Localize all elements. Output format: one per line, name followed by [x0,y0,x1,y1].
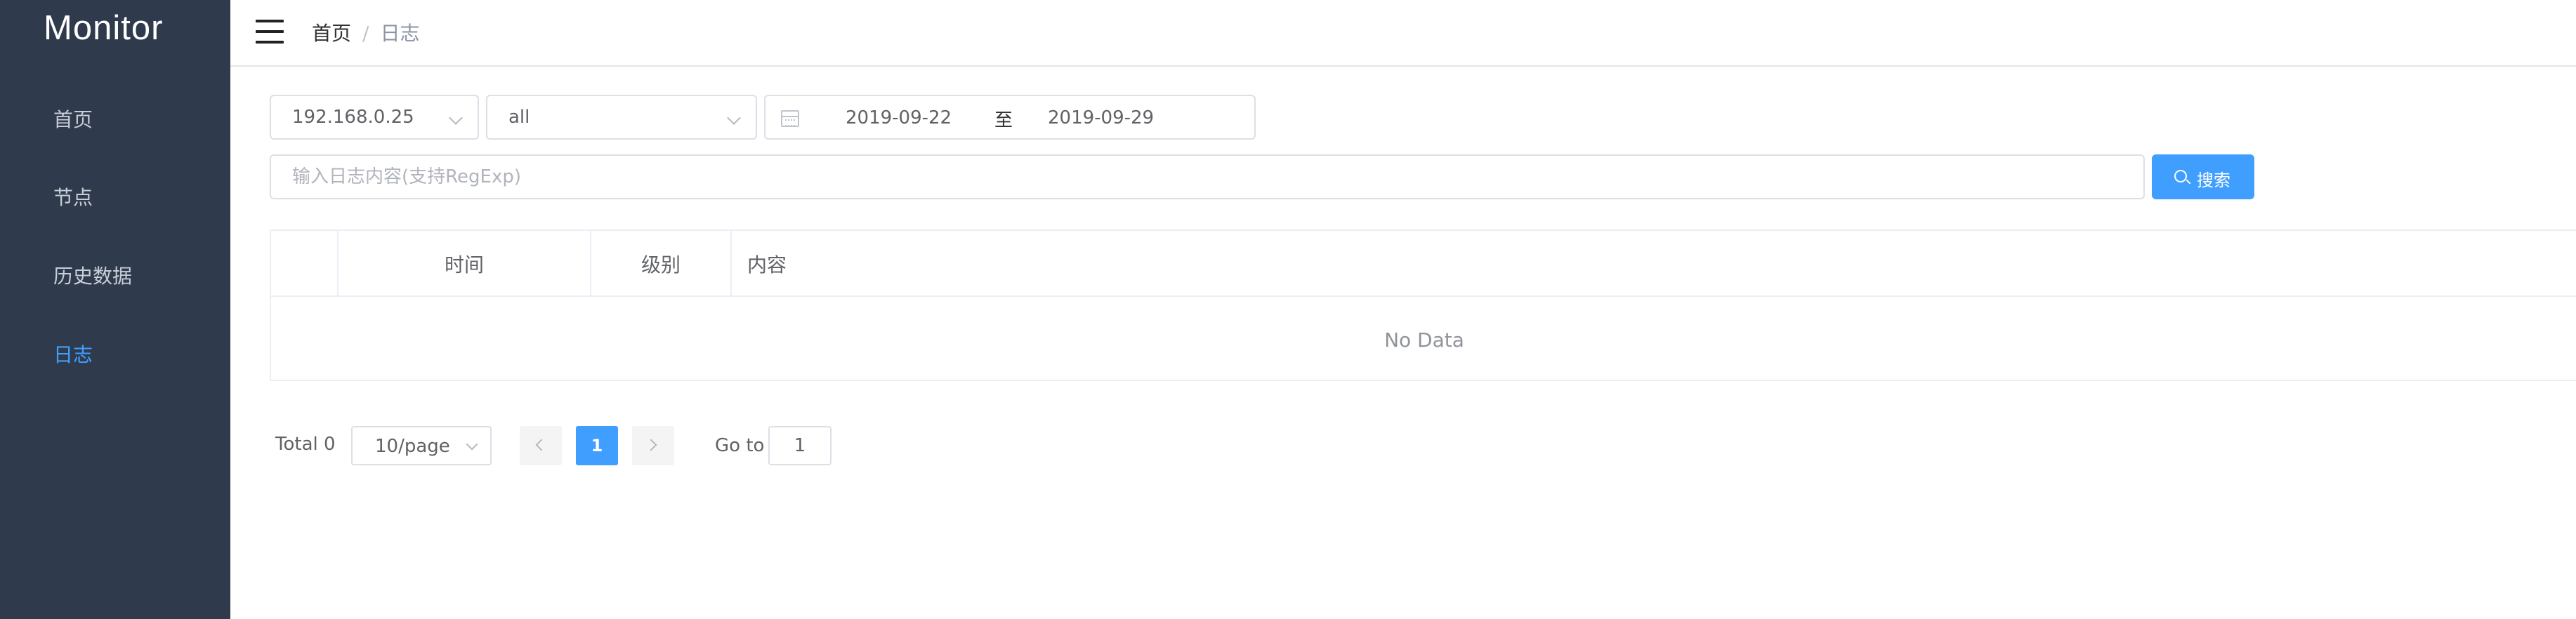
next-page-button[interactable] [632,426,674,465]
table-empty-text: No Data [1384,328,1464,352]
column-expand [271,231,339,297]
date-range-separator: 至 [994,110,1013,131]
page-number-current[interactable]: 1 [576,426,618,465]
column-time[interactable]: 时间 [339,231,591,297]
sidebar-item-home[interactable]: 首页 [53,105,93,133]
log-search-input[interactable] [270,154,2145,199]
chevron-down-icon [449,111,463,125]
sidebar-item-nodes[interactable]: 节点 [53,182,93,211]
page-size-value: 10/page [375,436,450,457]
sidebar-item-history[interactable]: 历史数据 [53,261,132,289]
calendar-icon [781,110,799,127]
column-content[interactable]: 内容 [747,231,1028,297]
chevron-down-icon [466,438,478,451]
breadcrumb-current: 日志 [380,22,420,45]
date-range-picker[interactable]: 2019-09-22 至 2019-09-29 [764,95,1256,140]
date-end[interactable]: 2019-09-29 [1048,107,1154,128]
breadcrumb-home[interactable]: 首页 [312,22,351,45]
page-size-select[interactable]: 10/page [351,426,492,465]
level-select[interactable]: all [486,95,757,140]
table-header: 时间 级别 内容 [271,231,2576,297]
prev-page-button[interactable] [520,426,562,465]
date-start[interactable]: 2019-09-22 [846,107,952,128]
app-title: Monitor [44,9,164,47]
chevron-right-icon [645,439,657,451]
column-level[interactable]: 级别 [591,231,732,297]
log-table: 时间 级别 内容 No Data [270,229,2576,381]
chevron-down-icon [727,111,741,125]
sidebar-item-logs[interactable]: 日志 [53,340,93,368]
host-select[interactable]: 192.168.0.25 [270,95,479,140]
goto-page-input[interactable] [768,426,832,465]
breadcrumb: 首页 / 日志 [312,18,419,46]
top-header: 首页 / 日志 [230,0,2576,67]
search-button[interactable]: 搜索 [2152,154,2254,199]
level-select-value: all [508,107,530,128]
breadcrumb-separator: / [362,22,369,45]
goto-label: Go to [715,435,765,456]
pagination-total: Total 0 [275,434,336,455]
search-button-label: 搜索 [2197,171,2230,190]
menu-toggle-icon[interactable] [256,20,284,44]
sidebar: Monitor 首页 节点 历史数据 日志 [0,0,230,619]
chevron-left-icon [535,439,548,451]
host-select-value: 192.168.0.25 [292,107,414,128]
search-icon [2174,170,2187,182]
